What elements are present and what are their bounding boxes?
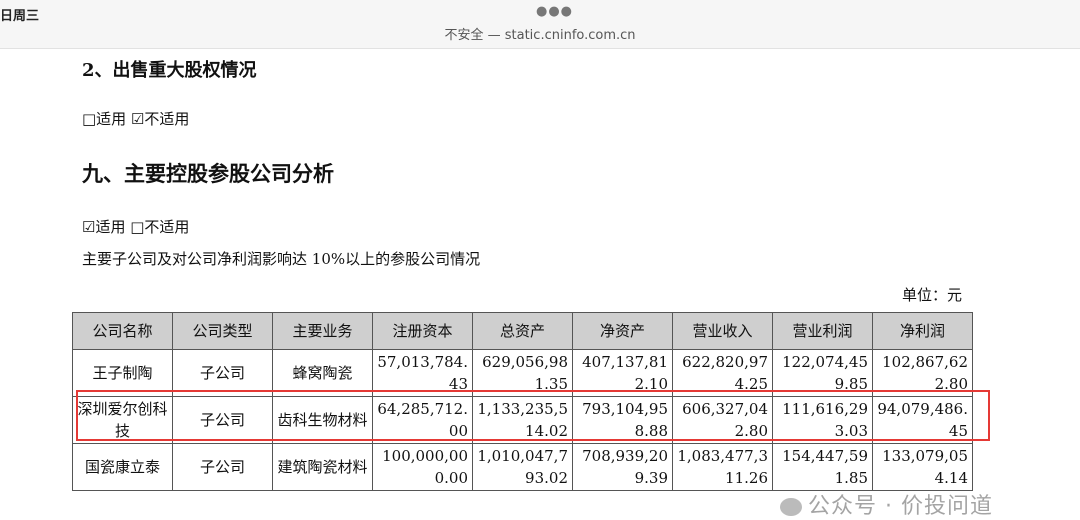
highlight-box [76,390,990,441]
header-total-assets: 总资产 [472,312,573,350]
cell-company-type: 子公司 [172,443,273,491]
table-row: 国瓷康立泰 子公司 建筑陶瓷材料 100,000,000.00 1,010,04… [72,443,973,491]
header-operating-profit: 营业利润 [772,312,873,350]
header-net-assets: 净资产 [572,312,673,350]
watermark-text: 公众号 · 价投问道 [808,494,993,519]
browser-top-bar: 日周三 ●●● 不安全 — static.cninfo.com.cn [0,0,1080,49]
intro-text: 主要子公司及对公司净利润影响达 10%以上的参股公司情况 [82,250,481,268]
table-header-row: 公司名称 公司类型 主要业务 注册资本 总资产 净资产 营业收入 营业利润 净利… [72,312,973,350]
header-company-type: 公司类型 [172,312,273,350]
cell-main-business: 建筑陶瓷材料 [272,443,373,491]
unit-label: 单位：元 [901,286,962,304]
watermark: 公众号 · 价投问道 [780,488,993,520]
security-label: 不安全 [444,28,484,43]
cell-revenue: 1,083,477,311.26 [672,443,773,491]
header-company-name: 公司名称 [72,312,173,350]
more-options-icon[interactable]: ●●● [536,4,573,19]
header-revenue: 营业收入 [672,312,773,350]
section-heading: 2、出售重大股权情况 [82,60,257,81]
wechat-icon [780,498,802,516]
cell-operating-profit: 154,447,591.85 [772,443,873,491]
header-net-profit: 净利润 [872,312,973,350]
cell-net-profit: 133,079,054.14 [872,443,973,491]
chapter-applicability: ☑适用 □不适用 [82,218,190,236]
header-main-business: 主要业务 [272,312,373,350]
header-registered-capital: 注册资本 [372,312,473,350]
cell-registered-capital: 100,000,000.00 [372,443,473,491]
cell-total-assets: 1,010,047,793.02 [472,443,573,491]
cell-net-assets: 708,939,209.39 [572,443,673,491]
section-applicability: □适用 ☑不适用 [82,110,190,128]
document-page: 2、出售重大股权情况 □适用 ☑不适用 九、主要控股参股公司分析 ☑适用 □不适… [0,48,1080,519]
url-separator: — [487,28,505,43]
cell-company-name: 国瓷康立泰 [72,443,173,491]
chapter-heading: 九、主要控股参股公司分析 [82,162,334,186]
url-bar[interactable]: 不安全 — static.cninfo.com.cn [0,24,1080,43]
url-text: static.cninfo.com.cn [504,28,636,43]
status-time: 日周三 [0,9,40,24]
